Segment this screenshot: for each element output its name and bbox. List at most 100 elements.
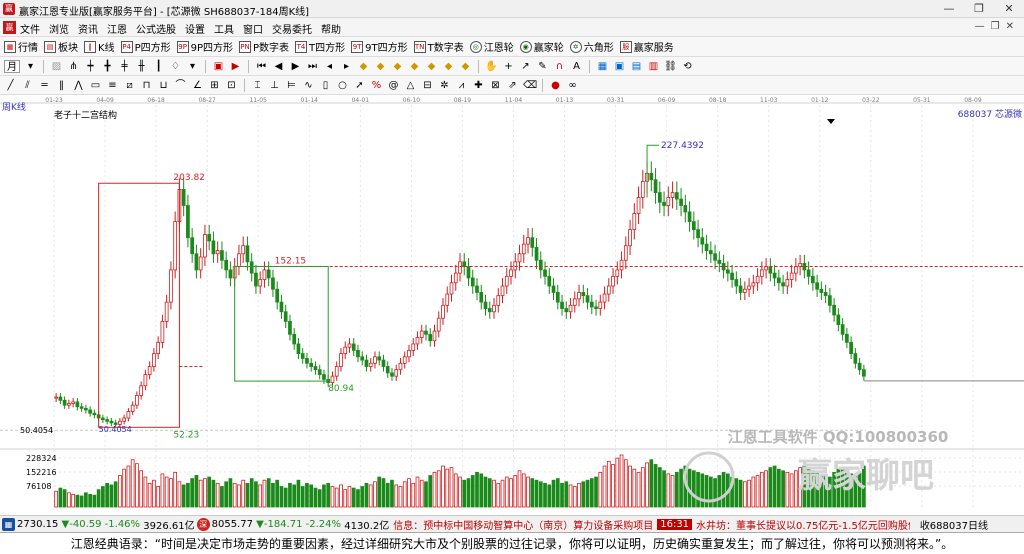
gann-box-icon[interactable]: ▭ xyxy=(89,79,102,92)
toolbar-sector-button[interactable]: ▤ 板块 xyxy=(44,39,78,54)
zoom-in-icon[interactable]: ▸ xyxy=(340,60,353,73)
candle-body[interactable] xyxy=(640,180,645,198)
candle-body[interactable] xyxy=(623,245,628,261)
candle-body[interactable] xyxy=(118,420,122,425)
candle-body[interactable] xyxy=(742,288,747,293)
candle-body[interactable] xyxy=(725,269,730,274)
channel-icon[interactable]: ⧄ xyxy=(123,79,136,92)
parallel-lines-icon[interactable]: ⫽ xyxy=(21,79,34,92)
candle-body[interactable] xyxy=(662,201,666,206)
candle-body[interactable] xyxy=(551,285,556,293)
toolbar-service-button[interactable]: 服赢家服务 xyxy=(619,39,674,54)
candle-body[interactable] xyxy=(143,374,148,387)
bar-type-icon[interactable]: ╋ xyxy=(101,60,114,73)
candle-body[interactable] xyxy=(360,356,365,361)
candle-body[interactable] xyxy=(245,245,250,263)
toolbar-t-square-button[interactable]: T4 T四方形 xyxy=(295,39,345,54)
candle-body[interactable] xyxy=(398,362,403,371)
vertical-line-icon[interactable]: ‖ xyxy=(55,79,68,92)
candle-body[interactable] xyxy=(279,301,284,313)
candle-body[interactable] xyxy=(169,269,173,303)
candle-body[interactable] xyxy=(504,275,509,287)
candle-body[interactable] xyxy=(683,205,688,213)
candle-body[interactable] xyxy=(751,282,756,287)
toolbar-9t-square-button[interactable]: 9T 9T四方形 xyxy=(351,39,408,54)
candle-body[interactable] xyxy=(687,211,692,223)
candle-body[interactable] xyxy=(636,197,641,214)
candle-body[interactable] xyxy=(381,359,386,367)
fan-icon[interactable]: ⋔ xyxy=(67,60,80,73)
candle-body[interactable] xyxy=(606,285,611,295)
elliott-icon[interactable]: ⩘ xyxy=(455,79,468,92)
menu-trade[interactable]: 交易委托 xyxy=(272,21,312,36)
candle-body[interactable] xyxy=(436,317,441,332)
candle-body[interactable] xyxy=(147,366,152,375)
rect-tool-icon[interactable]: ▯ xyxy=(319,79,332,92)
time-zone-icon[interactable]: ⊔ xyxy=(157,79,170,92)
gann-diamond-icon[interactable]: ◆ xyxy=(357,60,370,73)
candle-body[interactable] xyxy=(385,366,390,374)
candle-body[interactable] xyxy=(509,269,513,277)
candle-body[interactable] xyxy=(589,301,594,308)
menu-file[interactable]: 文件 xyxy=(20,21,40,36)
candle-body[interactable] xyxy=(67,403,71,406)
candle-body[interactable] xyxy=(266,269,271,279)
candle-body[interactable] xyxy=(628,229,632,247)
calendar-icon[interactable]: ▤ xyxy=(630,60,643,73)
fib-icon[interactable]: ≡ xyxy=(106,79,119,92)
candle-body[interactable] xyxy=(755,275,760,284)
candle-type-icon[interactable]: ┿ xyxy=(84,60,97,73)
gann-diamond-icon[interactable]: ◆ xyxy=(408,60,421,73)
candle-body[interactable] xyxy=(339,353,343,367)
candle-body[interactable] xyxy=(483,301,488,309)
candle-body[interactable] xyxy=(781,282,785,287)
candle-body[interactable] xyxy=(135,395,139,406)
candle-body[interactable] xyxy=(101,417,105,421)
cycle-icon[interactable]: ⊓ xyxy=(140,79,153,92)
candle-body[interactable] xyxy=(747,285,751,290)
candle-body[interactable] xyxy=(105,419,109,422)
candle-body[interactable] xyxy=(708,250,713,255)
gann-diamond-icon[interactable]: ◆ xyxy=(374,60,387,73)
weight-icon[interactable]: ♢ xyxy=(169,60,182,73)
candle-body[interactable] xyxy=(845,333,849,343)
gann-fan-icon[interactable]: ⋀ xyxy=(72,79,85,92)
candle-body[interactable] xyxy=(322,374,326,380)
candle-body[interactable] xyxy=(445,293,450,306)
candle-body[interactable] xyxy=(113,422,118,425)
candle-body[interactable] xyxy=(564,308,569,313)
square9-icon[interactable]: ⊟ xyxy=(421,79,434,92)
candle-body[interactable] xyxy=(317,369,322,375)
candle-body[interactable] xyxy=(581,292,586,297)
gann-diamond-icon[interactable]: ◆ xyxy=(391,60,404,73)
candle-body[interactable] xyxy=(275,288,280,303)
news-ticker-1[interactable]: 信息：预中标中国移动智算中心（南京）算力设备采购项目 xyxy=(393,517,653,532)
candle-body[interactable] xyxy=(466,266,471,279)
candle-body[interactable] xyxy=(419,330,424,338)
candle-body[interactable] xyxy=(428,333,433,342)
candle-body[interactable] xyxy=(598,301,603,309)
candle-body[interactable] xyxy=(215,250,220,255)
candle-body[interactable] xyxy=(649,172,654,181)
candle-body[interactable] xyxy=(475,285,479,293)
star-tool-icon[interactable]: ✲ xyxy=(438,79,451,92)
candle-body[interactable] xyxy=(262,269,267,280)
candle-body[interactable] xyxy=(254,272,258,287)
candle-body[interactable] xyxy=(62,399,67,406)
square-draw-icon[interactable]: ⊡ xyxy=(225,79,238,92)
sz-index-icon[interactable]: 深 xyxy=(196,517,210,531)
candle-body[interactable] xyxy=(334,366,339,377)
candle-body[interactable] xyxy=(777,277,781,284)
toolbar-t-table-button[interactable]: TN T数字表 xyxy=(413,39,464,54)
candle-body[interactable] xyxy=(109,420,114,424)
candle-body[interactable] xyxy=(152,353,156,367)
candle-body[interactable] xyxy=(717,259,722,264)
toolbar-quotes-button[interactable]: ▦ 行情 xyxy=(4,39,38,54)
candle-body[interactable] xyxy=(543,269,547,277)
candle-body[interactable] xyxy=(92,412,97,416)
candle-body[interactable] xyxy=(513,261,518,271)
save-icon[interactable]: ▣ xyxy=(613,60,626,73)
magnet-icon[interactable]: ∩ xyxy=(553,60,566,73)
speed-line-icon[interactable]: ⇗ xyxy=(506,79,519,92)
candle-body[interactable] xyxy=(458,261,462,274)
